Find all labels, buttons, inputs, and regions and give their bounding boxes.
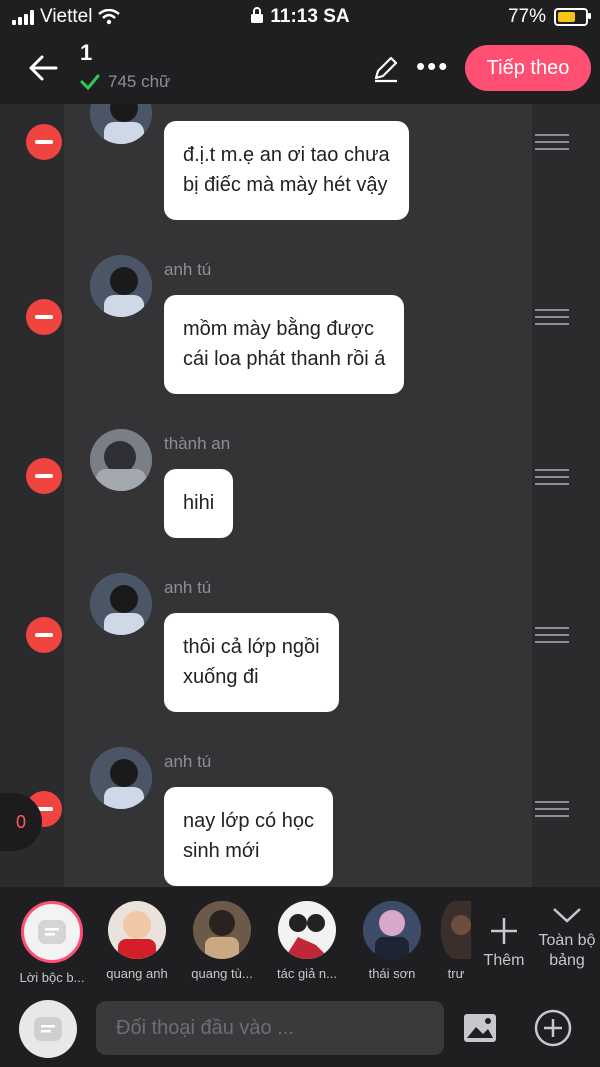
character-label: Lời bộc b... <box>19 970 85 985</box>
chat-bubble-icon <box>38 920 66 944</box>
chat-area: đ.ị.t m.ẹ an ơi tao chưa bị điếc mà mày … <box>0 104 600 887</box>
all-label: Toàn bộ bảng <box>538 932 596 969</box>
avatar <box>90 255 152 317</box>
battery-percent: 77% <box>507 6 546 27</box>
clock: 11:13 SA <box>270 6 350 27</box>
all-characters-button[interactable]: Toàn bộ bảng <box>534 905 600 971</box>
message-bubble[interactable]: hihi <box>164 469 234 538</box>
delete-message-button[interactable] <box>26 617 62 653</box>
dialogue-input[interactable] <box>96 1001 444 1055</box>
character-label: quang anh <box>106 966 168 981</box>
speaker-selector[interactable] <box>19 1000 77 1058</box>
drag-handle-icon[interactable] <box>535 469 569 489</box>
character-item[interactable]: trư <box>434 901 478 981</box>
avatar <box>90 747 152 809</box>
delete-message-button[interactable] <box>26 124 62 160</box>
character-label: trư <box>447 966 465 981</box>
character-item[interactable]: quang tù... <box>179 901 265 981</box>
character-label: quang tù... <box>191 966 253 981</box>
back-arrow-icon[interactable] <box>26 50 62 86</box>
drag-handle-icon[interactable] <box>535 134 569 154</box>
input-bar <box>0 990 600 1067</box>
character-narrator[interactable]: Lời bộc b... <box>9 901 95 985</box>
avatar <box>90 573 152 635</box>
image-icon[interactable] <box>462 1012 498 1044</box>
word-count-label: 745 chữ <box>108 72 171 91</box>
message-bubble[interactable]: thôi cả lớp ngồi xuống đi <box>164 613 339 712</box>
add-circle-icon[interactable] <box>533 1008 573 1048</box>
drag-handle-icon[interactable] <box>535 309 569 329</box>
more-options-icon[interactable]: ••• <box>416 53 449 79</box>
more-label: Thêm <box>483 952 525 969</box>
message-bubble[interactable]: đ.ị.t m.ẹ an ơi tao chưa bị điếc mà mày … <box>164 121 409 220</box>
lock-icon <box>251 7 264 23</box>
more-characters-button[interactable]: Thêm <box>480 915 528 970</box>
message-bubble[interactable]: nay lớp có học sinh mới <box>164 787 333 886</box>
avatar <box>108 901 166 959</box>
sender-name: anh tú <box>164 578 212 597</box>
chevron-down-icon <box>553 908 581 923</box>
avatar <box>90 429 152 491</box>
editor-header: 1 745 chữ ••• Tiếp theo <box>0 34 600 104</box>
pencil-icon[interactable] <box>370 52 402 84</box>
avatar <box>363 901 421 959</box>
chat-bubble-icon <box>34 1017 62 1041</box>
avatar <box>441 901 471 959</box>
message-bubble[interactable]: mồm mày bằng được cái loa phát thanh rồi… <box>164 295 405 394</box>
next-button[interactable]: Tiếp theo <box>465 45 591 91</box>
character-item[interactable]: thái sơn <box>349 901 435 981</box>
check-icon <box>80 74 100 90</box>
sender-name: thành an <box>164 434 231 453</box>
character-item[interactable]: quang anh <box>94 901 180 981</box>
word-count: 745 chữ <box>80 72 170 92</box>
drag-handle-icon[interactable] <box>535 801 569 821</box>
character-item[interactable]: tác giả n... <box>264 901 350 981</box>
page-title: 1 <box>80 40 93 65</box>
delete-message-button[interactable] <box>26 299 62 335</box>
character-label: thái sơn <box>368 966 416 981</box>
avatar <box>193 901 251 959</box>
status-bar: Viettel 11:13 SA 77% <box>0 0 600 34</box>
avatar <box>278 901 336 959</box>
delete-message-button[interactable] <box>26 458 62 494</box>
battery-icon <box>554 8 591 26</box>
plus-icon <box>491 918 517 944</box>
character-label: tác giả n... <box>277 966 337 981</box>
sender-name: anh tú <box>164 752 212 771</box>
drag-handle-icon[interactable] <box>535 627 569 647</box>
character-strip: Lời bộc b... quang anh quang tù... tác g… <box>0 887 600 990</box>
sender-name: anh tú <box>164 260 212 279</box>
